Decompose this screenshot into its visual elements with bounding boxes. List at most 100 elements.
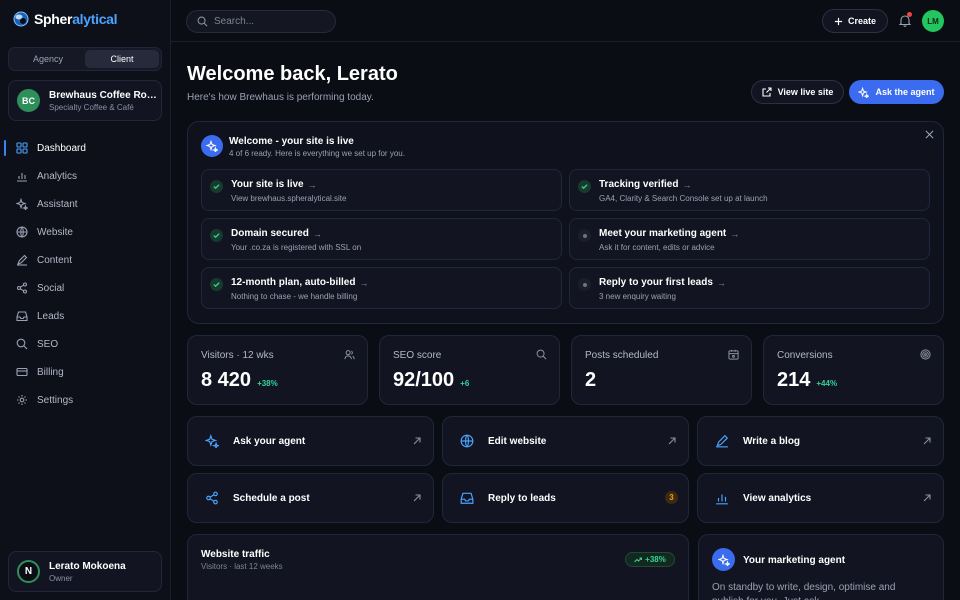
ask-agent-button[interactable]: Ask the agent bbox=[849, 80, 944, 104]
task-site-live[interactable]: Your site is live → View brewhaus.spheral… bbox=[201, 169, 562, 211]
pending-dot-icon bbox=[578, 278, 591, 291]
task-domain[interactable]: Domain secured → Your .co.za is registere… bbox=[201, 218, 562, 260]
ask-agent-label: Ask the agent bbox=[875, 87, 935, 97]
sidebar-item-settings[interactable]: Settings bbox=[8, 386, 163, 414]
sparkles-icon bbox=[205, 434, 219, 448]
pen-icon bbox=[716, 434, 729, 448]
brand-name: Spheralytical bbox=[34, 11, 118, 27]
sidebar-item-seo[interactable]: SEO bbox=[8, 330, 163, 358]
arrow-up-right-icon bbox=[413, 437, 421, 445]
search-input[interactable] bbox=[214, 16, 324, 27]
sidebar-item-leads[interactable]: Leads bbox=[8, 302, 163, 330]
search-icon bbox=[536, 349, 547, 360]
share-icon bbox=[206, 491, 218, 505]
traffic-delta-badge: +38% bbox=[625, 552, 675, 567]
action-edit-website[interactable]: Edit website bbox=[442, 416, 689, 466]
arrow-up-right-icon bbox=[923, 437, 931, 445]
action-reply-leads[interactable]: Reply to leads 3 bbox=[442, 473, 689, 523]
arrow-right-icon: → bbox=[359, 277, 369, 288]
task-subtitle: 3 new enquiry waiting bbox=[599, 292, 676, 301]
sidebar-item-social[interactable]: Social bbox=[8, 274, 163, 302]
sidebar-item-dashboard[interactable]: Dashboard bbox=[4, 134, 163, 162]
stat-posts: Posts scheduled 2 bbox=[571, 335, 752, 405]
globe-icon bbox=[460, 434, 474, 448]
arrow-right-icon: → bbox=[312, 228, 322, 239]
check-icon bbox=[210, 278, 223, 291]
sidebar-item-label: Content bbox=[37, 254, 73, 266]
inbox-icon bbox=[460, 492, 474, 504]
action-ask-agent[interactable]: Ask your agent bbox=[187, 416, 434, 466]
sidebar-item-label: SEO bbox=[37, 338, 59, 350]
segment-agency[interactable]: Agency bbox=[11, 50, 85, 68]
action-write-blog[interactable]: Write a blog bbox=[697, 416, 944, 466]
stat-value: 2 bbox=[585, 369, 597, 391]
business-switcher[interactable]: BC Brewhaus Coffee Roasters Specialty Co… bbox=[8, 80, 162, 121]
action-label: Ask your agent bbox=[233, 436, 306, 447]
marketing-agent-card[interactable]: Your marketing agent On standby to write… bbox=[698, 534, 944, 600]
arrow-up-right-icon bbox=[923, 494, 931, 502]
website-traffic-card: Website traffic Visitors · last 12 weeks… bbox=[187, 534, 689, 600]
sidebar-item-analytics[interactable]: Analytics bbox=[8, 162, 163, 190]
plus-icon bbox=[834, 17, 843, 25]
task-reply-leads[interactable]: Reply to your first leads → 3 new enquiry… bbox=[569, 267, 930, 309]
close-icon[interactable] bbox=[925, 130, 934, 139]
external-link-icon bbox=[762, 87, 772, 97]
business-name: Brewhaus Coffee Roasters bbox=[49, 89, 157, 101]
segment-client[interactable]: Client bbox=[85, 50, 159, 68]
task-subtitle: GA4, Clarity & Search Console set up at … bbox=[599, 194, 768, 203]
agent-icon bbox=[712, 548, 735, 571]
task-title: Tracking verified bbox=[599, 179, 679, 190]
stat-visitors: Visitors · 12 wks 8 420 +38% bbox=[187, 335, 368, 405]
stat-label: Posts scheduled bbox=[585, 350, 659, 361]
page-title: Welcome back, Lerato bbox=[187, 63, 398, 85]
create-button[interactable]: Create bbox=[822, 9, 888, 33]
view-live-label: View live site bbox=[777, 87, 834, 97]
user-role: Owner bbox=[49, 573, 73, 583]
task-plan[interactable]: 12-month plan, auto-billed → Nothing to c… bbox=[201, 267, 562, 309]
logo-icon bbox=[13, 11, 29, 27]
globe-icon bbox=[16, 226, 28, 238]
sidebar-item-billing[interactable]: Billing bbox=[8, 358, 163, 386]
pen-icon bbox=[17, 254, 28, 266]
action-label: Reply to leads bbox=[488, 493, 556, 504]
arrow-up-right-icon bbox=[668, 437, 676, 445]
onboarding-card: Welcome - your site is live 4 of 6 ready… bbox=[187, 121, 944, 324]
task-tracking[interactable]: Tracking verified → GA4, Clarity & Search… bbox=[569, 169, 930, 211]
topbar: Create LM bbox=[171, 0, 960, 42]
check-icon bbox=[210, 180, 223, 193]
user-avatar: N bbox=[17, 560, 40, 583]
brand-logo[interactable]: Spheralytical bbox=[13, 11, 118, 27]
sidebar-item-label: Settings bbox=[37, 394, 74, 406]
bar-chart-icon bbox=[17, 173, 27, 182]
sidebar-item-assistant[interactable]: Assistant bbox=[8, 190, 163, 218]
task-subtitle: Ask it for content, edits or advice bbox=[599, 243, 715, 252]
view-live-site-button[interactable]: View live site bbox=[751, 80, 844, 104]
target-icon bbox=[920, 349, 931, 360]
sidebar-item-label: Social bbox=[37, 282, 65, 294]
stat-label: SEO score bbox=[393, 350, 442, 361]
agent-description: On standby to write, design, optimise an… bbox=[712, 582, 896, 600]
business-avatar: BC bbox=[17, 89, 40, 112]
sidebar-item-label: Website bbox=[37, 226, 73, 238]
task-meet-agent[interactable]: Meet your marketing agent → Ask it for co… bbox=[569, 218, 930, 260]
action-view-analytics[interactable]: View analytics bbox=[697, 473, 944, 523]
action-schedule-post[interactable]: Schedule a post bbox=[187, 473, 434, 523]
sparkles-icon bbox=[206, 140, 218, 152]
task-title: Meet your marketing agent bbox=[599, 228, 727, 239]
inbox-icon bbox=[16, 311, 28, 322]
search-box[interactable] bbox=[186, 10, 336, 33]
sidebar-item-label: Analytics bbox=[37, 170, 78, 182]
user-menu[interactable]: N Lerato Mokoena Owner bbox=[8, 551, 162, 592]
trend-up-icon bbox=[634, 557, 643, 562]
stat-conversions: Conversions 214 +44% bbox=[763, 335, 944, 405]
onboarding-subtitle: 4 of 6 ready. Here is everything we set … bbox=[229, 149, 405, 158]
sidebar-item-website[interactable]: Website bbox=[8, 218, 163, 246]
card-icon bbox=[16, 367, 28, 377]
sidebar-item-label: Assistant bbox=[37, 198, 78, 210]
task-subtitle: Nothing to chase - we handle billing bbox=[231, 292, 358, 301]
action-label: Edit website bbox=[488, 436, 547, 447]
sidebar-item-content[interactable]: Content bbox=[8, 246, 163, 274]
user-name: Lerato Mokoena bbox=[49, 560, 126, 572]
stat-seo: SEO score 92/100 +6 bbox=[379, 335, 560, 405]
profile-avatar[interactable]: LM bbox=[922, 10, 944, 32]
